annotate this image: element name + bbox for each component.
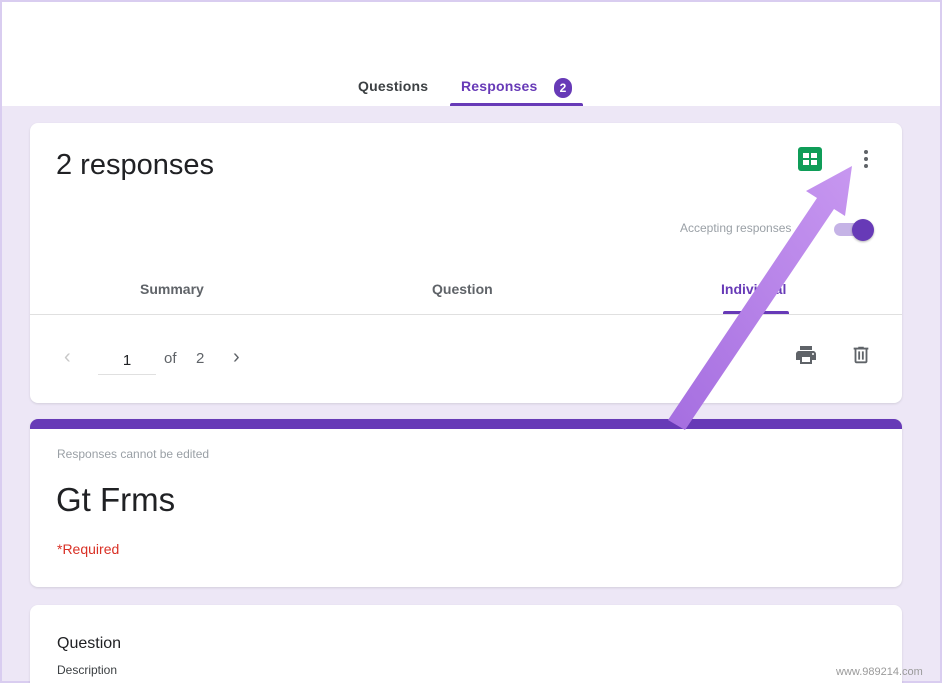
question-description: Description bbox=[57, 663, 118, 677]
active-tab-indicator bbox=[450, 103, 583, 106]
page-total: 2 bbox=[196, 350, 205, 367]
top-bar: Questions Responses 2 bbox=[2, 2, 940, 106]
print-icon[interactable] bbox=[794, 343, 818, 367]
chevron-right-icon[interactable]: › bbox=[233, 347, 240, 367]
form-header-card: Responses cannot be edited Gt Frms *Requ… bbox=[30, 419, 902, 587]
tab-summary[interactable]: Summary bbox=[140, 281, 204, 297]
responses-summary-card: 2 responses Accepting responses Summary … bbox=[30, 123, 902, 403]
accepting-responses-toggle[interactable] bbox=[830, 219, 874, 241]
toggle-knob bbox=[852, 219, 874, 241]
google-sheets-icon[interactable] bbox=[798, 147, 822, 171]
divider bbox=[30, 314, 902, 315]
question-title: Question bbox=[57, 635, 122, 652]
tab-responses[interactable]: Responses bbox=[461, 78, 538, 94]
responses-locked-note: Responses cannot be edited bbox=[57, 447, 210, 461]
page-of-label: of bbox=[164, 350, 177, 367]
tab-question[interactable]: Question bbox=[432, 281, 493, 297]
trash-icon[interactable] bbox=[850, 343, 872, 367]
question-card: Question Description bbox=[30, 605, 902, 683]
watermark: www.989214.com bbox=[836, 666, 923, 678]
more-vert-icon[interactable] bbox=[856, 147, 876, 171]
responses-count-title: 2 responses bbox=[56, 149, 214, 181]
form-accent-bar bbox=[30, 419, 902, 429]
page-number-input[interactable] bbox=[98, 347, 156, 375]
tab-individual[interactable]: Individual bbox=[721, 281, 786, 297]
chevron-left-icon[interactable]: ‹ bbox=[64, 347, 71, 367]
form-title: Gt Frms bbox=[56, 481, 176, 518]
tab-questions[interactable]: Questions bbox=[358, 78, 428, 94]
responses-count-badge: 2 bbox=[554, 78, 572, 98]
required-note: *Required bbox=[57, 541, 120, 557]
accepting-responses-label: Accepting responses bbox=[680, 221, 792, 235]
